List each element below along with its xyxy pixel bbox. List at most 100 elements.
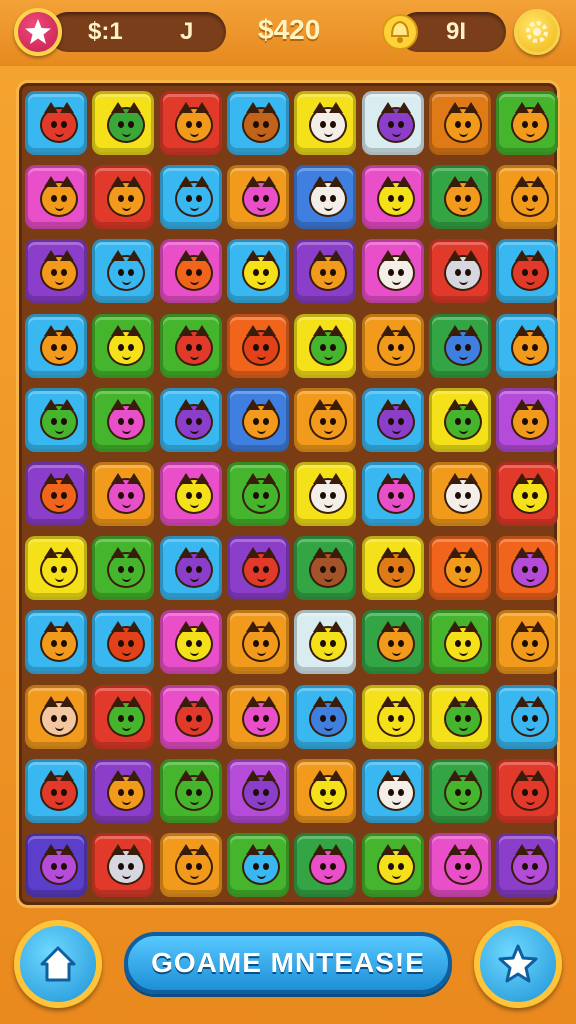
- tile-r3-c8[interactable]: [496, 239, 559, 304]
- tile-r9-c3[interactable]: [159, 684, 222, 749]
- home-button[interactable]: [14, 920, 102, 1008]
- settings-button[interactable]: [514, 9, 560, 55]
- tile-r1-c8[interactable]: [496, 91, 559, 155]
- tile-r11-c3[interactable]: [159, 833, 222, 897]
- tile-r8-c7[interactable]: [428, 610, 491, 675]
- tile-r7-c4[interactable]: [226, 536, 289, 601]
- tile-r1-c7[interactable]: [428, 91, 491, 155]
- tile-r3-c7[interactable]: [428, 239, 491, 304]
- favorites-button[interactable]: [474, 920, 562, 1008]
- tile-r9-c4[interactable]: [226, 684, 289, 749]
- star-icon: [25, 19, 51, 44]
- tile-r5-c8[interactable]: [496, 387, 559, 452]
- tile-r2-c8[interactable]: [496, 165, 559, 230]
- tile-r6-c8[interactable]: [496, 462, 559, 526]
- tile-r11-c6[interactable]: [361, 833, 424, 897]
- tile-r10-c7[interactable]: [428, 758, 491, 823]
- tile-r6-c1[interactable]: [25, 462, 87, 526]
- tile-r4-c5[interactable]: [294, 313, 357, 378]
- tile-r9-c1[interactable]: [25, 684, 87, 749]
- tile-r3-c3[interactable]: [159, 239, 222, 304]
- tile-r6-c2[interactable]: [92, 462, 155, 526]
- tile-r10-c2[interactable]: [92, 758, 155, 823]
- tile-r3-c5[interactable]: [294, 239, 357, 304]
- tile-r9-c8[interactable]: [496, 684, 559, 749]
- tile-r10-c1[interactable]: [25, 758, 87, 823]
- tile-r10-c5[interactable]: [294, 758, 357, 823]
- tile-r9-c7[interactable]: [428, 684, 491, 749]
- tile-r7-c7[interactable]: [428, 536, 491, 601]
- tile-r5-c3[interactable]: [159, 387, 222, 452]
- tile-r1-c2[interactable]: [92, 91, 155, 155]
- tile-r5-c7[interactable]: [428, 387, 491, 452]
- tile-r6-c7[interactable]: [428, 462, 491, 526]
- tile-r8-c3[interactable]: [159, 610, 222, 675]
- tile-r2-c5[interactable]: [294, 165, 357, 230]
- tile-r10-c4[interactable]: [226, 758, 289, 823]
- tile-r6-c6[interactable]: [361, 462, 424, 526]
- tile-r10-c3[interactable]: [159, 758, 222, 823]
- tile-r11-c4[interactable]: [226, 833, 289, 897]
- tile-r8-c1[interactable]: [25, 610, 87, 675]
- tile-r1-c6[interactable]: [361, 91, 424, 155]
- animal-face-icon: [376, 324, 415, 366]
- tile-r4-c8[interactable]: [496, 313, 559, 378]
- tile-r5-c6[interactable]: [361, 387, 424, 452]
- tile-r2-c1[interactable]: [25, 165, 87, 230]
- tile-r7-c5[interactable]: [294, 536, 357, 601]
- tile-r3-c4[interactable]: [226, 239, 289, 304]
- tile-r7-c3[interactable]: [159, 536, 222, 601]
- tile-r8-c5[interactable]: [294, 610, 357, 675]
- tile-r5-c5[interactable]: [294, 387, 357, 452]
- animal-face-icon: [511, 398, 550, 440]
- tile-r7-c2[interactable]: [92, 536, 155, 601]
- tile-r8-c8[interactable]: [496, 610, 559, 675]
- tile-r8-c4[interactable]: [226, 610, 289, 675]
- tile-r6-c4[interactable]: [226, 462, 289, 526]
- tile-r11-c7[interactable]: [428, 833, 491, 897]
- tile-r5-c2[interactable]: [92, 387, 155, 452]
- tile-r3-c1[interactable]: [25, 239, 87, 304]
- tile-r1-c4[interactable]: [226, 91, 289, 155]
- tile-r2-c7[interactable]: [428, 165, 491, 230]
- tile-r2-c2[interactable]: [92, 165, 155, 230]
- tile-r7-c6[interactable]: [361, 536, 424, 601]
- animal-face-icon: [309, 324, 348, 366]
- tile-r5-c1[interactable]: [25, 387, 87, 452]
- tile-r9-c5[interactable]: [294, 684, 357, 749]
- tile-r11-c1[interactable]: [25, 833, 87, 897]
- tile-r9-c6[interactable]: [361, 684, 424, 749]
- tile-r2-c4[interactable]: [226, 165, 289, 230]
- game-mode-button[interactable]: GOAME MNTEAS!E: [124, 932, 452, 994]
- tile-r4-c3[interactable]: [159, 313, 222, 378]
- tile-r1-c3[interactable]: [159, 91, 222, 155]
- animal-face-icon: [40, 844, 78, 885]
- tile-r3-c6[interactable]: [361, 239, 424, 304]
- tile-r4-c7[interactable]: [428, 313, 491, 378]
- tile-r9-c2[interactable]: [92, 684, 155, 749]
- tile-r4-c2[interactable]: [92, 313, 155, 378]
- tile-r2-c6[interactable]: [361, 165, 424, 230]
- tile-r11-c8[interactable]: [496, 833, 559, 897]
- tile-r10-c8[interactable]: [496, 758, 559, 823]
- tile-r8-c2[interactable]: [92, 610, 155, 675]
- animal-face-icon: [107, 250, 146, 292]
- tile-r11-c5[interactable]: [294, 833, 357, 897]
- tile-r2-c3[interactable]: [159, 165, 222, 230]
- tile-r4-c1[interactable]: [25, 313, 87, 378]
- tile-r3-c2[interactable]: [92, 239, 155, 304]
- tile-r8-c6[interactable]: [361, 610, 424, 675]
- tile-r7-c1[interactable]: [25, 536, 87, 601]
- star-menu-button[interactable]: [14, 8, 62, 56]
- tile-r1-c1[interactable]: [25, 91, 87, 155]
- tile-r4-c6[interactable]: [361, 313, 424, 378]
- tile-r5-c4[interactable]: [226, 387, 289, 452]
- tile-r11-c2[interactable]: [92, 833, 155, 897]
- tile-r6-c3[interactable]: [159, 462, 222, 526]
- tile-r4-c4[interactable]: [226, 313, 289, 378]
- tile-r1-c5[interactable]: [294, 91, 357, 155]
- animal-face-icon: [376, 695, 415, 737]
- tile-r6-c5[interactable]: [294, 462, 357, 526]
- tile-r10-c6[interactable]: [361, 758, 424, 823]
- tile-r7-c8[interactable]: [496, 536, 559, 601]
